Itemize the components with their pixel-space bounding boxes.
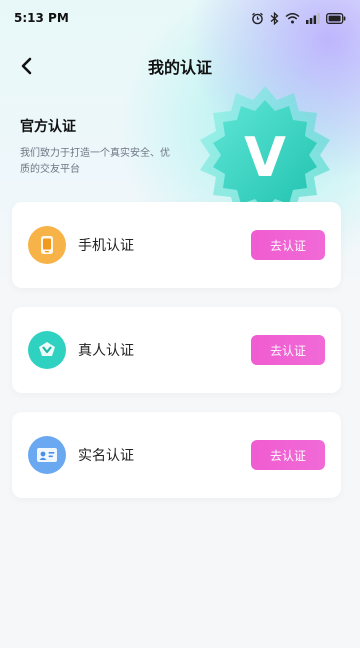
back-button[interactable] (12, 52, 40, 80)
phone-verify-card: 手机认证 去认证 (12, 202, 341, 288)
battery-icon (326, 12, 346, 24)
id-verify-button[interactable]: 去认证 (251, 440, 325, 470)
phone-icon (28, 226, 66, 264)
wifi-icon (285, 12, 300, 24)
badge-letter: V (244, 126, 286, 189)
id-verify-label: 实名认证 (78, 448, 134, 464)
phone-verify-button[interactable]: 去认证 (251, 230, 325, 260)
intro-section: 官方认证 我们致力于打造一个真实安全、优质的交友平台 (20, 116, 170, 178)
face-verify-card: 真人认证 去认证 (12, 307, 341, 393)
status-icons (251, 11, 346, 25)
face-verify-icon (28, 331, 66, 369)
status-time: 5:13 PM (14, 11, 69, 25)
intro-description: 我们致力于打造一个真实安全、优质的交友平台 (20, 148, 170, 175)
id-card-icon (28, 436, 66, 474)
alarm-icon (251, 12, 264, 25)
phone-verify-label: 手机认证 (78, 238, 134, 254)
face-verify-button[interactable]: 去认证 (251, 335, 325, 365)
status-bar: 5:13 PM (0, 0, 360, 36)
page-title: 我的认证 (147, 58, 212, 77)
face-verify-label: 真人认证 (78, 343, 134, 359)
id-verify-card: 实名认证 去认证 (12, 412, 341, 498)
chevron-left-icon (21, 57, 32, 75)
bluetooth-icon (270, 11, 279, 25)
intro-title: 官方认证 (20, 119, 76, 135)
signal-icon (306, 12, 320, 24)
